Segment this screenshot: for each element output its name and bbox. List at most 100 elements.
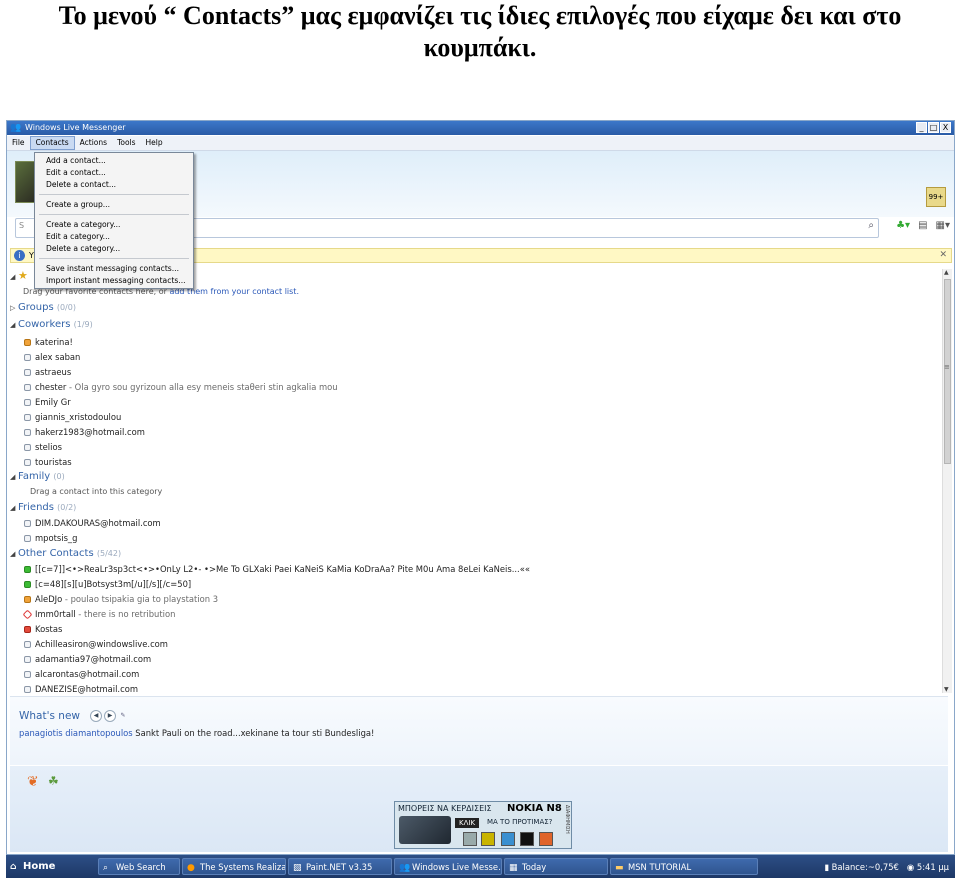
advertisement-banner[interactable]: ΜΠΟΡΕΙΣ ΝΑ ΚΕΡΔΙΣΕΙΣ NOKIA N8 ΚΛΙΚ ΜΑ ΤΟ…: [394, 801, 572, 849]
category-family[interactable]: ◢ Family (0): [10, 470, 65, 484]
contact-item[interactable]: [c=48][s][u]Botsyst3m[/u][/s][/c=50]: [24, 577, 191, 591]
menu-item-create-category[interactable]: Create a category...: [46, 219, 120, 231]
contact-item[interactable]: hakerz1983@hotmail.com: [24, 425, 145, 439]
status-offline-icon: [24, 459, 31, 466]
menu-separator: [39, 258, 189, 259]
folder-icon: ▬: [615, 863, 624, 873]
expand-arrow-icon[interactable]: ▷: [10, 301, 18, 315]
menu-item-edit-category[interactable]: Edit a category...: [46, 231, 110, 243]
scroll-grip-icon: ≡: [944, 363, 950, 371]
taskbar-web-search[interactable]: ⌕ Web Search: [98, 858, 180, 875]
menu-item-edit-contact[interactable]: Edit a contact...: [46, 167, 106, 179]
tools-icon[interactable]: ✎: [118, 711, 128, 721]
status-offline-icon: [24, 520, 31, 527]
menu-item-add-contact[interactable]: Add a contact...: [46, 155, 106, 167]
contact-item[interactable]: DANEZISE@hotmail.com: [24, 682, 138, 696]
contact-item[interactable]: mpotsis_g: [24, 531, 77, 545]
contact-item[interactable]: alex saban: [24, 350, 80, 364]
contact-item[interactable]: Kostas: [24, 622, 62, 636]
menu-help[interactable]: Help: [141, 136, 168, 150]
close-notification-icon[interactable]: ✕: [939, 249, 947, 262]
status-offline-icon: [24, 384, 31, 391]
menu-item-import-contacts[interactable]: Import instant messaging contacts...: [46, 275, 186, 287]
page-heading: Το μενού “ Contacts” μας εμφανίζει τις ί…: [58, 1, 902, 62]
search-icon: ⌕: [103, 863, 109, 873]
menu-actions[interactable]: Actions: [75, 136, 112, 150]
taskbar-today[interactable]: ▦ Today: [504, 858, 608, 875]
scrollbar-thumb[interactable]: [944, 279, 951, 464]
info-icon: i: [14, 250, 25, 261]
contact-item[interactable]: touristas: [24, 455, 72, 469]
status-away-icon: [24, 596, 31, 603]
search-placeholder: S: [19, 221, 25, 230]
contact-list: ◢ ★ Drag your favorite contacts here, or …: [10, 269, 938, 696]
collapse-arrow-icon[interactable]: ◢: [10, 318, 18, 332]
contact-item[interactable]: giannis_xristodoulou: [24, 410, 121, 424]
status-offline-icon: [24, 429, 31, 436]
menu-bar: File Contacts Actions Tools Help: [7, 136, 954, 151]
menu-item-delete-category[interactable]: Delete a category...: [46, 243, 120, 255]
taskbar-home[interactable]: ⌂ Home: [6, 858, 96, 875]
menu-file[interactable]: File: [7, 136, 30, 150]
contact-item[interactable]: Emily Gr: [24, 395, 71, 409]
scroll-down-icon[interactable]: ▼: [944, 686, 949, 693]
contact-item[interactable]: adamantia97@hotmail.com: [24, 652, 151, 666]
clock[interactable]: ◉ 5:41 μμ: [907, 862, 949, 872]
menu-item-delete-contact[interactable]: Delete a contact...: [46, 179, 116, 191]
search-icon[interactable]: ⌕: [868, 220, 874, 231]
title-bar[interactable]: 👥 Windows Live Messenger _ □ X: [7, 121, 954, 135]
next-icon[interactable]: ▶: [104, 710, 116, 722]
balance-indicator[interactable]: ▮ Balance:~0,75€: [824, 862, 899, 872]
category-favorites[interactable]: ◢ ★: [10, 269, 28, 283]
status-online-icon: [24, 581, 31, 588]
taskbar-paint-net[interactable]: ▧ Paint.NET v3.35: [288, 858, 392, 875]
news-item[interactable]: panagiotis diamantopoulos Sankt Pauli on…: [19, 728, 374, 738]
category-coworkers[interactable]: ◢ Coworkers (1/9): [10, 318, 93, 332]
contact-item[interactable]: alcarontas@hotmail.com: [24, 667, 139, 681]
change-layout-icon[interactable]: ▤: [918, 220, 927, 231]
news-user-link[interactable]: panagiotis diamantopoulos: [19, 728, 133, 738]
menu-separator: [39, 214, 189, 215]
menu-contacts[interactable]: Contacts: [29, 136, 75, 150]
taskbar-msn-tutorial[interactable]: ▬ MSN TUTORIAL: [610, 858, 758, 875]
color-swatch: [481, 832, 495, 846]
taskbar-firefox[interactable]: ●The Systems Realizat...: [182, 858, 286, 875]
inbox-icon[interactable]: 99+: [926, 187, 946, 207]
options-icon[interactable]: ▦▾: [936, 220, 950, 231]
status-offline-icon: [24, 354, 31, 361]
category-friends[interactable]: ◢ Friends (0/2): [10, 501, 76, 515]
collapse-arrow-icon[interactable]: ◢: [10, 501, 18, 515]
scroll-up-icon[interactable]: ▲: [944, 269, 949, 276]
home-icon: ⌂: [10, 862, 17, 872]
contact-item[interactable]: [[c=7]]<•>ReaLr3sp3ct<•>•OnLy L2•- •>Me …: [24, 562, 530, 576]
collapse-arrow-icon[interactable]: ◢: [10, 470, 18, 484]
calendar-icon: ▦: [509, 863, 518, 873]
contact-item[interactable]: Imm0rtall - there is no retribution: [22, 607, 175, 621]
category-groups[interactable]: ▷ Groups (0/0): [10, 301, 76, 315]
menu-item-create-group[interactable]: Create a group...: [46, 199, 110, 211]
contact-item[interactable]: katerina!: [24, 335, 73, 349]
contact-item[interactable]: AleDJo - poulao tsipakia gia to playstat…: [24, 592, 218, 606]
whats-new-title: What's new: [19, 710, 80, 722]
personal-message: - Ola gyro sou gyrizoun alla esy meneis …: [66, 382, 338, 392]
contacts-people-icon[interactable]: ☘: [48, 774, 59, 788]
add-contact-icon[interactable]: ♣▾: [896, 220, 910, 231]
category-other-contacts[interactable]: ◢ Other Contacts (5/42): [10, 547, 121, 561]
contact-item[interactable]: stelios: [24, 440, 62, 454]
contact-item[interactable]: Achilleasiron@windowslive.com: [24, 637, 168, 651]
minimize-button[interactable]: _: [916, 122, 927, 133]
taskbar-messenger[interactable]: 👥 Windows Live Messe...: [394, 858, 502, 875]
contact-item[interactable]: astraeus: [24, 365, 71, 379]
menu-tools[interactable]: Tools: [112, 136, 140, 150]
maximize-button[interactable]: □: [928, 122, 939, 133]
close-button[interactable]: X: [940, 122, 951, 133]
contact-list-scrollbar[interactable]: ▲ ≡ ▼: [942, 269, 952, 693]
collapse-arrow-icon[interactable]: ◢: [10, 270, 18, 284]
menu-item-save-contacts[interactable]: Save instant messaging contacts...: [46, 263, 179, 275]
msn-butterfly-icon[interactable]: ❦: [27, 774, 39, 790]
collapse-arrow-icon[interactable]: ◢: [10, 547, 18, 561]
contact-item[interactable]: DIM.DAKOURAS@hotmail.com: [24, 516, 161, 530]
contact-item[interactable]: chester - Ola gyro sou gyrizoun alla esy…: [24, 380, 338, 394]
previous-icon[interactable]: ◀: [90, 710, 102, 722]
ad-brand: NOKIA N8: [507, 803, 562, 814]
